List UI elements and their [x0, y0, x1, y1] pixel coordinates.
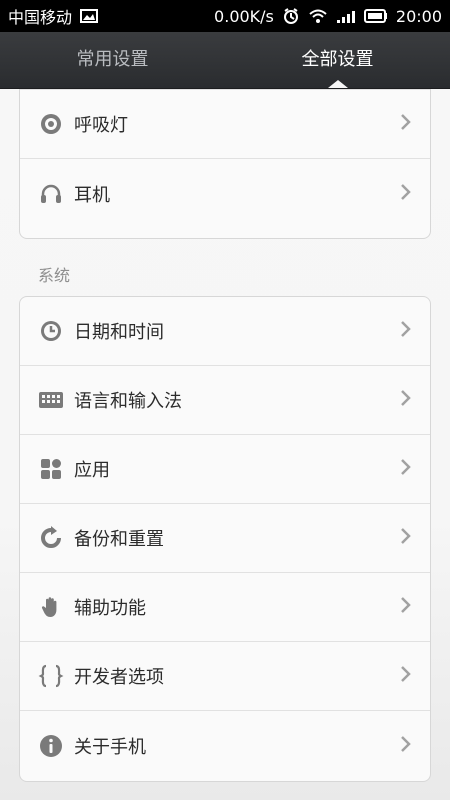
system-settings-card: 日期和时间 语言和输入法 应用 备份和重置 辅助功能 开发者选项 关于手机	[19, 296, 431, 782]
settings-list[interactable]: 呼吸灯 耳机 系统 日期和时间 语言和输入法 应用 备份和重置 辅助功能 开发者…	[0, 89, 450, 800]
clock-time: 20:00	[395, 6, 442, 26]
setting-date-time[interactable]: 日期和时间	[20, 297, 430, 366]
braces-icon	[38, 663, 64, 689]
setting-label: 耳机	[74, 184, 110, 206]
clock-icon	[38, 318, 64, 344]
network-speed: 0.00K/s	[214, 6, 274, 26]
top-settings-card: 呼吸灯 耳机	[19, 89, 431, 239]
battery-icon	[363, 9, 388, 23]
chevron-right-icon	[400, 596, 412, 618]
setting-apps[interactable]: 应用	[20, 435, 430, 504]
status-bar: 中国移动 0.00K/s 20:00	[0, 0, 450, 32]
apps-icon	[38, 456, 64, 482]
backup-reset-icon	[38, 525, 64, 551]
setting-label: 开发者选项	[74, 667, 164, 688]
setting-breathing-light[interactable]: 呼吸灯	[20, 90, 430, 159]
tab-all-settings-label: 全部设置	[301, 49, 374, 70]
setting-accessibility[interactable]: 辅助功能	[20, 573, 430, 642]
tab-all-settings[interactable]: 全部设置	[225, 32, 450, 88]
wifi-icon	[308, 8, 328, 24]
setting-developer-options[interactable]: 开发者选项	[20, 642, 430, 711]
setting-label: 备份和重置	[74, 529, 164, 550]
status-left: 中国移动	[8, 4, 106, 28]
chevron-right-icon	[400, 735, 412, 757]
tab-common-settings[interactable]: 常用设置	[0, 32, 225, 88]
keyboard-icon	[38, 387, 64, 413]
setting-label: 日期和时间	[74, 322, 164, 343]
setting-about-phone[interactable]: 关于手机	[20, 711, 430, 780]
chevron-right-icon	[400, 183, 412, 205]
tab-common-settings-label: 常用设置	[76, 49, 149, 70]
setting-label: 应用	[74, 460, 110, 481]
info-icon	[38, 733, 64, 759]
signal-icon	[336, 8, 356, 24]
chevron-right-icon	[400, 389, 412, 411]
hand-icon	[38, 594, 64, 620]
settings-tabs: 常用设置 全部设置	[0, 32, 450, 89]
setting-headphones[interactable]: 耳机	[20, 159, 430, 228]
section-title-system: 系统	[38, 266, 71, 285]
setting-label: 辅助功能	[74, 598, 146, 619]
headphones-icon	[38, 181, 64, 207]
chevron-right-icon	[400, 527, 412, 549]
setting-label: 语言和输入法	[74, 391, 182, 412]
image-icon	[80, 8, 99, 24]
chevron-right-icon	[400, 113, 412, 135]
setting-language-input[interactable]: 语言和输入法	[20, 366, 430, 435]
chevron-right-icon	[400, 320, 412, 342]
chevron-right-icon	[400, 665, 412, 687]
setting-label: 关于手机	[74, 736, 146, 758]
alarm-icon	[282, 7, 300, 25]
setting-label: 呼吸灯	[74, 115, 128, 136]
chevron-right-icon	[400, 458, 412, 480]
carrier-name: 中国移动	[8, 8, 73, 27]
setting-backup-reset[interactable]: 备份和重置	[20, 504, 430, 573]
status-right: 0.00K/s 20:00	[214, 7, 442, 26]
breathing-light-icon	[38, 111, 64, 137]
